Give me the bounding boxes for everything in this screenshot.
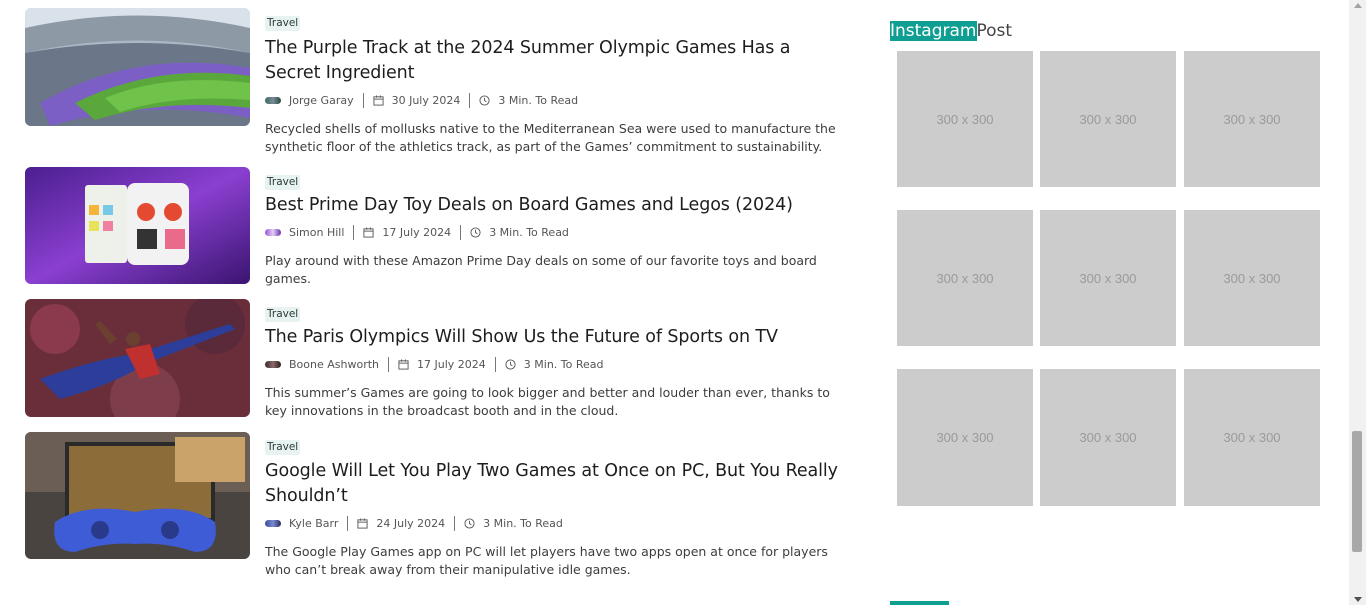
author-avatar [265, 360, 281, 368]
vertical-scrollbar[interactable] [1349, 0, 1366, 605]
article-meta: Kyle Barr 24 July 2024 3 Min. To Read [265, 515, 845, 531]
article-thumbnail[interactable] [25, 299, 250, 417]
read-time-text: 3 Min. To Read [523, 357, 604, 371]
scroll-down-arrow-icon[interactable] [1354, 597, 1362, 602]
publish-date: 17 July 2024 [398, 356, 496, 372]
placeholder-label: 300 x 300 [936, 111, 994, 127]
instagram-post[interactable]: 300 x 300 [897, 210, 1033, 346]
article-thumbnail[interactable] [25, 432, 250, 559]
article-card: Travel Best Prime Day Toy Deals on Board… [25, 167, 845, 287]
read-time: 3 Min. To Read [479, 93, 587, 108]
read-time-text: 3 Min. To Read [483, 516, 563, 530]
author-name: Simon Hill [289, 225, 345, 239]
clock-icon [479, 94, 490, 106]
scrollbar-thumb[interactable] [1352, 431, 1362, 552]
instagram-post[interactable]: 300 x 300 [897, 369, 1033, 506]
instagram-title-rest: Post [976, 21, 1013, 41]
article-card: Travel The Paris Olympics Will Show Us t… [25, 299, 845, 424]
author[interactable]: Jorge Garay [265, 92, 364, 108]
author-avatar [265, 96, 281, 104]
calendar-icon [357, 517, 368, 529]
article-title[interactable]: The Purple Track at the 2024 Summer Olym… [265, 36, 845, 86]
author[interactable]: Simon Hill [265, 224, 355, 240]
article-title[interactable]: Best Prime Day Toy Deals on Board Games … [265, 193, 845, 218]
article-excerpt: Recycled shells of mollusks native to th… [265, 121, 836, 154]
instagram-section-title: InstagramPost [890, 19, 1012, 43]
author-avatar [265, 519, 281, 527]
article-meta: Jorge Garay 30 July 2024 3 Min. To Read [265, 92, 845, 108]
category-tag[interactable]: Travel [265, 440, 301, 455]
author-name: Boone Ashworth [289, 357, 380, 371]
article-thumbnail[interactable] [25, 8, 250, 126]
instagram-post[interactable]: 300 x 300 [1040, 51, 1176, 187]
placeholder-label: 300 x 300 [936, 270, 994, 286]
instagram-post[interactable]: 300 x 300 [897, 51, 1033, 187]
calendar-icon [398, 358, 409, 370]
instagram-post[interactable]: 300 x 300 [1040, 369, 1176, 506]
read-time-text: 3 Min. To Read [489, 225, 569, 239]
next-section-title-accent [890, 601, 949, 605]
read-time: 3 Min. To Read [464, 516, 572, 531]
article-card: Travel The Purple Track at the 2024 Summ… [25, 8, 845, 158]
instagram-post[interactable]: 300 x 300 [1184, 210, 1320, 346]
placeholder-label: 300 x 300 [1079, 270, 1137, 286]
category-tag[interactable]: Travel [265, 16, 301, 31]
author[interactable]: Kyle Barr [265, 515, 349, 531]
publish-date: 24 July 2024 [357, 515, 456, 531]
instagram-post[interactable]: 300 x 300 [1184, 51, 1320, 187]
clock-icon [470, 226, 481, 238]
calendar-icon [373, 94, 384, 106]
publish-date: 17 July 2024 [363, 224, 462, 240]
article-meta: Boone Ashworth 17 July 2024 3 Min. To Re… [265, 356, 845, 372]
publish-date: 30 July 2024 [373, 92, 471, 108]
read-time: 3 Min. To Read [505, 357, 613, 372]
clock-icon [464, 517, 475, 529]
instagram-post[interactable]: 300 x 300 [1040, 210, 1176, 346]
article-title[interactable]: Google Will Let You Play Two Games at On… [265, 459, 845, 509]
article-excerpt: Play around with these Amazon Prime Day … [265, 253, 817, 286]
author-avatar [265, 228, 281, 236]
instagram-post[interactable]: 300 x 300 [1184, 369, 1320, 506]
category-tag[interactable]: Travel [265, 307, 301, 322]
placeholder-label: 300 x 300 [1079, 430, 1137, 445]
instagram-title-highlight: Instagram [890, 21, 977, 41]
article-card: Travel Google Will Let You Play Two Game… [25, 432, 845, 582]
author[interactable]: Boone Ashworth [265, 356, 390, 372]
date-text: 17 July 2024 [417, 357, 486, 371]
date-text: 17 July 2024 [382, 225, 452, 239]
placeholder-label: 300 x 300 [936, 430, 994, 445]
article-title[interactable]: The Paris Olympics Will Show Us the Futu… [265, 325, 845, 350]
scroll-up-arrow-icon[interactable] [1354, 3, 1362, 8]
article-excerpt: The Google Play Games app on PC will let… [265, 544, 828, 577]
author-name: Jorge Garay [289, 93, 354, 107]
placeholder-label: 300 x 300 [1223, 270, 1281, 286]
read-time: 3 Min. To Read [470, 225, 578, 240]
placeholder-label: 300 x 300 [1223, 430, 1281, 445]
category-tag[interactable]: Travel [265, 175, 301, 190]
article-excerpt: This summer’s Games are going to look bi… [265, 385, 830, 418]
placeholder-label: 300 x 300 [1079, 111, 1137, 127]
article-thumbnail[interactable] [25, 167, 250, 284]
article-meta: Simon Hill 17 July 2024 3 Min. To Read [265, 224, 845, 240]
date-text: 24 July 2024 [376, 516, 446, 530]
date-text: 30 July 2024 [391, 93, 461, 107]
clock-icon [505, 358, 516, 370]
author-name: Kyle Barr [289, 516, 339, 530]
placeholder-label: 300 x 300 [1223, 111, 1281, 127]
calendar-icon [363, 226, 374, 238]
read-time-text: 3 Min. To Read [498, 93, 579, 107]
